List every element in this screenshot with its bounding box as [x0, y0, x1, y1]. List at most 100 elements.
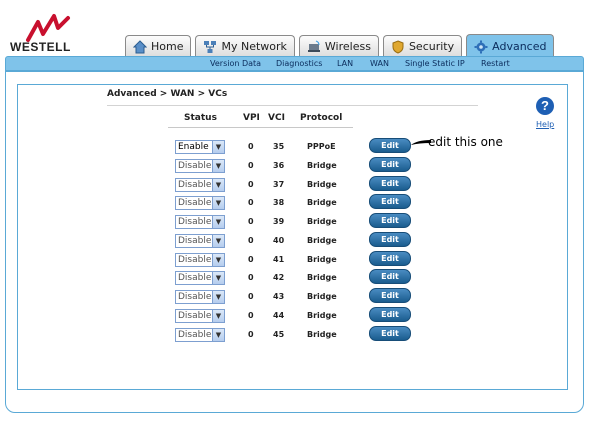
tab-advanced[interactable]: Advanced	[466, 34, 555, 58]
header-protocol: Protocol	[300, 113, 343, 123]
status-select[interactable]: Disable ▼	[175, 271, 225, 286]
chevron-down-icon[interactable]: ▼	[212, 234, 224, 247]
chevron-down-icon[interactable]: ▼	[212, 216, 224, 228]
status-value: Disable	[178, 160, 212, 171]
tab-my-network[interactable]: My Network	[195, 35, 295, 57]
vci-cell: 40	[273, 235, 285, 245]
vpi-cell: 0	[248, 179, 254, 189]
protocol-cell: Bridge	[307, 254, 337, 264]
status-select[interactable]: Disable ▼	[175, 196, 225, 211]
shield-icon	[391, 39, 405, 54]
vci-cell: 35	[273, 142, 285, 151]
tab-security[interactable]: Security	[382, 35, 463, 57]
status-value: Disable	[178, 329, 212, 340]
subnav-item-restart[interactable]: Restart	[481, 59, 510, 68]
edit-button[interactable]: Edit	[369, 231, 411, 247]
subnav-item-wan[interactable]: WAN	[370, 59, 389, 68]
vpi-cell: 0	[248, 254, 254, 264]
vpi-cell: 0	[248, 329, 254, 339]
tab-home[interactable]: Home	[125, 35, 192, 57]
status-select[interactable]: Disable ▼	[175, 290, 225, 304]
edit-button[interactable]: Edit	[369, 194, 411, 210]
vci-cell: 37	[273, 179, 285, 189]
chevron-down-icon[interactable]: ▼	[212, 159, 224, 172]
main-tabs: Home My Network Wireless Security Advanc…	[125, 34, 555, 58]
subnav: Version Data Diagnostics LAN WAN Single …	[0, 57, 594, 71]
table-row: Disable ▼ 0 37 Bridge Edit	[0, 175, 594, 196]
tab-wireless[interactable]: Wireless	[298, 35, 379, 57]
chevron-down-icon[interactable]: ▼	[212, 253, 224, 266]
vpi-cell: 0	[248, 235, 254, 245]
edit-button[interactable]: Edit	[369, 213, 411, 228]
protocol-cell: Bridge	[307, 292, 337, 301]
chevron-down-icon[interactable]: ▼	[212, 291, 224, 303]
edit-button[interactable]: Edit	[369, 175, 411, 191]
wireless-icon	[307, 40, 321, 54]
protocol-cell: Bridge	[307, 329, 337, 339]
edit-button[interactable]: Edit	[369, 306, 411, 322]
annotation-text: edit this one	[428, 135, 503, 149]
subnav-item-version-data[interactable]: Version Data	[210, 59, 261, 68]
vci-cell: 42	[273, 273, 285, 283]
protocol-cell: Bridge	[307, 198, 337, 208]
vci-cell: 39	[273, 217, 285, 226]
protocol-cell: Bridge	[307, 160, 337, 170]
status-select[interactable]: Disable ▼	[175, 177, 225, 192]
edit-button[interactable]: Edit	[369, 325, 411, 341]
subnav-item-single-static-ip[interactable]: Single Static IP	[405, 59, 465, 68]
chevron-down-icon[interactable]: ▼	[212, 328, 224, 341]
status-select[interactable]: Disable ▼	[175, 308, 225, 323]
table-row: Disable ▼ 0 44 Bridge Edit	[0, 306, 594, 327]
protocol-cell: Bridge	[307, 217, 337, 226]
status-select[interactable]: Disable ▼	[175, 215, 225, 229]
vci-cell: 41	[273, 254, 285, 264]
tab-label: Home	[151, 40, 184, 53]
status-value: Disable	[178, 292, 212, 302]
status-value: Disable	[178, 254, 212, 265]
chevron-down-icon[interactable]: ▼	[212, 309, 224, 322]
breadcrumb: Advanced > WAN > VCs	[107, 89, 228, 99]
help-icon[interactable]: ?	[536, 97, 554, 115]
chevron-down-icon[interactable]: ▼	[212, 141, 224, 153]
edit-button[interactable]: Edit	[369, 288, 411, 303]
table-row: Disable ▼ 0 39 Bridge Edit	[0, 213, 594, 233]
header-vpi: VPI	[243, 113, 260, 123]
table-row: Disable ▼ 0 40 Bridge Edit	[0, 231, 594, 252]
table-row: Disable ▼ 0 41 Bridge Edit	[0, 250, 594, 271]
chevron-down-icon[interactable]: ▼	[212, 178, 224, 191]
edit-button[interactable]: Edit	[369, 250, 411, 266]
chevron-down-icon[interactable]: ▼	[212, 197, 224, 210]
vci-cell: 36	[273, 160, 285, 170]
subnav-item-lan[interactable]: LAN	[337, 59, 353, 68]
status-select[interactable]: Disable ▼	[175, 327, 225, 342]
subnav-item-diagnostics[interactable]: Diagnostics	[276, 59, 322, 68]
status-select[interactable]: Disable ▼	[175, 252, 225, 267]
vci-cell: 38	[273, 198, 285, 208]
vci-cell: 43	[273, 292, 285, 301]
edit-button[interactable]: Edit	[369, 269, 411, 285]
help-link[interactable]: Help	[536, 120, 554, 129]
vpi-cell: 0	[248, 310, 254, 320]
vpi-cell: 0	[248, 142, 254, 151]
status-value: Disable	[178, 179, 212, 190]
table-row: Disable ▼ 0 43 Bridge Edit	[0, 288, 594, 308]
chevron-down-icon[interactable]: ▼	[212, 272, 224, 285]
protocol-cell: Bridge	[307, 310, 337, 320]
status-value: Enable	[178, 142, 209, 152]
vpi-cell: 0	[248, 273, 254, 283]
status-value: Disable	[178, 198, 212, 209]
network-icon	[203, 40, 217, 54]
vpi-cell: 0	[248, 217, 254, 226]
vci-cell: 45	[273, 329, 285, 339]
edit-button[interactable]: Edit	[369, 156, 411, 172]
edit-button[interactable]: Edit	[369, 138, 411, 153]
table-row: Disable ▼ 0 45 Bridge Edit	[0, 325, 594, 346]
status-value: Disable	[178, 235, 212, 246]
status-select[interactable]: Disable ▼	[175, 233, 225, 248]
tab-label: My Network	[221, 40, 287, 53]
table-row: Disable ▼ 0 42 Bridge Edit	[0, 269, 594, 289]
protocol-cell: Bridge	[307, 235, 337, 245]
tab-label: Wireless	[324, 40, 371, 53]
status-select[interactable]: Enable ▼	[175, 140, 225, 154]
status-select[interactable]: Disable ▼	[175, 158, 225, 173]
